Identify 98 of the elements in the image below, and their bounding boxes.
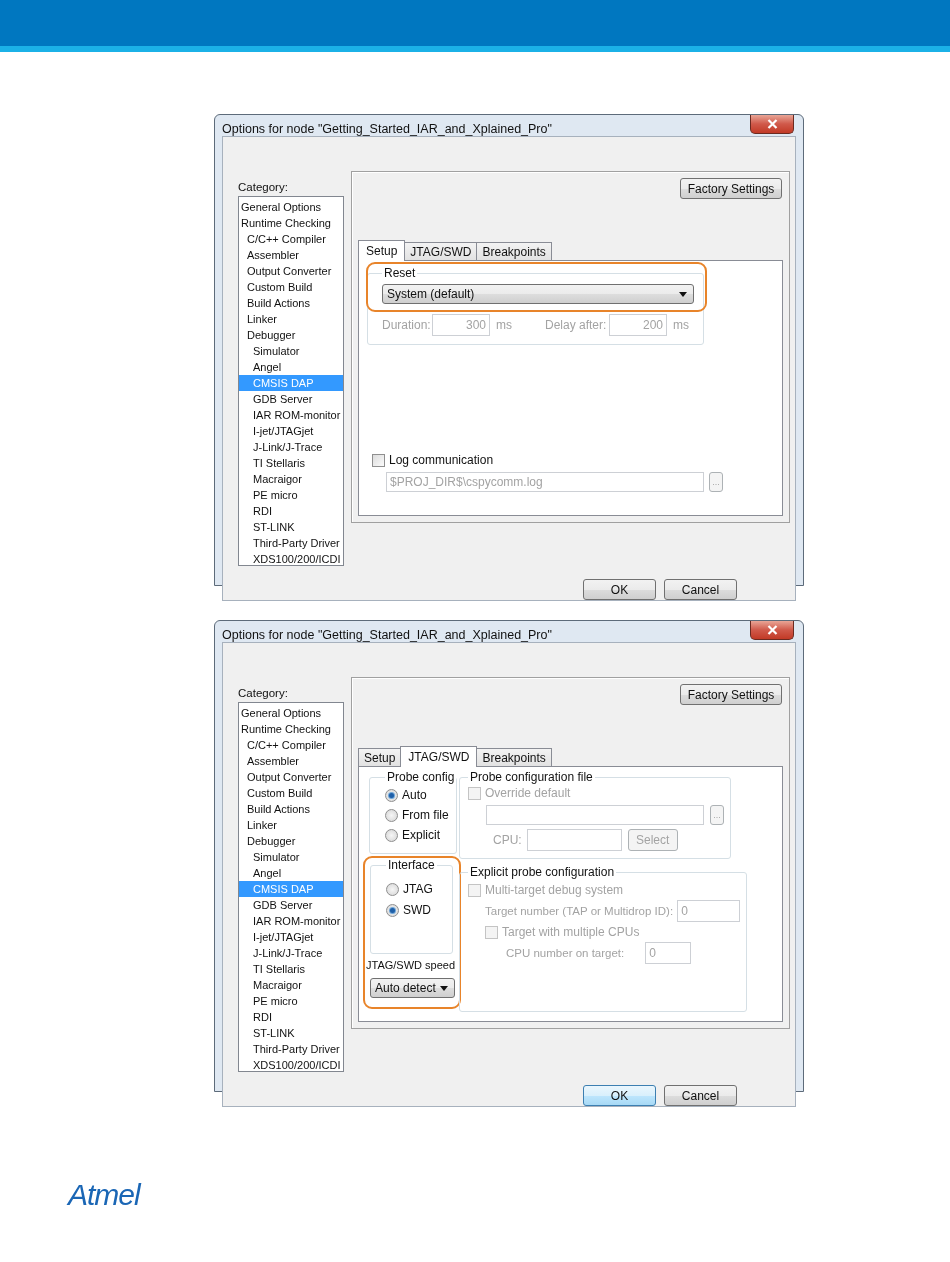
category-item[interactable]: Build Actions	[239, 801, 343, 817]
brand-logo: Atmel	[68, 1178, 140, 1211]
window-title: Options for node "Getting_Started_IAR_and_Xplained_Pro"	[222, 122, 552, 136]
group-label: Probe configuration file	[469, 770, 594, 784]
radio-button[interactable]	[386, 882, 399, 896]
category-item[interactable]: Third-Party Driver	[239, 1041, 343, 1057]
radio-button[interactable]	[385, 808, 398, 822]
dialog-button[interactable]: OK	[583, 579, 656, 600]
category-item[interactable]: Assembler	[239, 247, 343, 263]
field-label: CPU number on target:	[506, 947, 625, 959]
dialog-button[interactable]: Cancel	[664, 1085, 737, 1106]
caret-icon	[679, 291, 687, 297]
category-item[interactable]: Custom Build	[239, 785, 343, 801]
unit-label: ms	[496, 318, 510, 332]
dialog-button[interactable]: OK	[583, 1085, 656, 1106]
category-item[interactable]: Custom Build	[239, 279, 343, 295]
field-label: Delay after:	[545, 318, 608, 332]
radio-button[interactable]	[385, 788, 398, 802]
category-item[interactable]: ST-LINK	[239, 519, 343, 535]
category-item[interactable]: I-jet/JTAGjet	[239, 423, 343, 439]
category-item[interactable]: Macraigor	[239, 471, 343, 487]
category-item[interactable]: ST-LINK	[239, 1025, 343, 1041]
tab[interactable]: JTAG/SWD	[400, 746, 478, 767]
tab[interactable]: JTAG/SWD	[404, 242, 478, 260]
checkbox-label: Multi-target debug system	[485, 883, 624, 897]
field-label: Target number (TAP or Multidrop ID):	[485, 905, 674, 917]
category-label: Category:	[238, 687, 289, 701]
radio-label: From file	[402, 808, 449, 822]
category-item[interactable]: PE micro	[239, 487, 343, 503]
dropdown[interactable]: Auto detect	[370, 978, 455, 998]
checkbox[interactable]	[372, 453, 385, 467]
factory-settings-button[interactable]: Factory Settings	[680, 178, 782, 199]
radio-label: SWD	[403, 903, 431, 917]
checkbox-label: Log communication	[389, 453, 494, 467]
category-item[interactable]: J-Link/J-Trace	[239, 439, 343, 455]
tab[interactable]: Setup	[358, 240, 406, 261]
radio-button[interactable]	[385, 828, 398, 842]
category-item[interactable]: XDS100/200/ICDI	[239, 1057, 343, 1073]
category-item[interactable]: Simulator	[239, 343, 343, 359]
checkbox-label: Target with multiple CPUs	[502, 925, 640, 939]
field-label: Duration:	[382, 318, 432, 332]
category-item[interactable]: Linker	[239, 311, 343, 327]
group-label: Reset	[383, 266, 417, 280]
category-item[interactable]: Simulator	[239, 849, 343, 865]
text-field[interactable]	[526, 829, 622, 851]
category-item[interactable]: GDB Server	[239, 897, 343, 913]
category-item[interactable]: I-jet/JTAGjet	[239, 929, 343, 945]
category-item[interactable]: Runtime Checking	[239, 721, 343, 737]
category-item[interactable]: J-Link/J-Trace	[239, 945, 343, 961]
category-item[interactable]: C/C++ Compiler	[239, 737, 343, 753]
category-item[interactable]: RDI	[239, 503, 343, 519]
category-item[interactable]: GDB Server	[239, 391, 343, 407]
tab[interactable]: Setup	[358, 748, 402, 766]
tab[interactable]: Breakpoints	[476, 242, 552, 260]
category-item[interactable]: IAR ROM-monitor	[239, 407, 343, 423]
category-item[interactable]: XDS100/200/ICDI	[239, 551, 343, 567]
checkbox-label: Override default	[485, 786, 571, 800]
radio-button[interactable]	[386, 903, 399, 917]
category-item[interactable]: General Options	[239, 199, 343, 215]
dropdown[interactable]: System (default)	[382, 284, 694, 304]
unit-label: ms	[673, 318, 687, 332]
category-item[interactable]: RDI	[239, 1009, 343, 1025]
field-label: JTAG/SWD speed	[366, 958, 456, 972]
factory-settings-button[interactable]: Factory Settings	[680, 684, 782, 705]
category-item[interactable]: Debugger	[239, 327, 343, 343]
radio-label: Auto	[402, 788, 427, 802]
category-item[interactable]: Output Converter	[239, 263, 343, 279]
category-item[interactable]: IAR ROM-monitor	[239, 913, 343, 929]
category-label: Category:	[238, 181, 289, 195]
category-item[interactable]: Angel	[239, 865, 343, 881]
field-label: CPU:	[493, 833, 522, 847]
dialog-button[interactable]: Cancel	[664, 579, 737, 600]
window-title: Options for node "Getting_Started_IAR_and_Xplained_Pro"	[222, 628, 552, 642]
category-item[interactable]: Output Converter	[239, 769, 343, 785]
close-button[interactable]	[750, 621, 794, 640]
category-item[interactable]: C/C++ Compiler	[239, 231, 343, 247]
group-label: Explicit probe configuration	[469, 865, 616, 879]
tab[interactable]: Breakpoints	[476, 748, 552, 766]
category-item[interactable]: Assembler	[239, 753, 343, 769]
category-item[interactable]: TI Stellaris	[239, 455, 343, 471]
group-label: Interface	[387, 858, 436, 872]
group-label: Probe config	[386, 770, 456, 784]
category-item[interactable]: PE micro	[239, 993, 343, 1009]
category-item[interactable]: General Options	[239, 705, 343, 721]
category-item[interactable]: Build Actions	[239, 295, 343, 311]
close-icon	[766, 119, 778, 129]
close-icon	[766, 625, 778, 635]
radio-label: JTAG	[403, 882, 433, 896]
category-item[interactable]: TI Stellaris	[239, 961, 343, 977]
category-item[interactable]: Linker	[239, 817, 343, 833]
radio-label: Explicit	[402, 828, 440, 842]
category-item[interactable]: Angel	[239, 359, 343, 375]
category-item[interactable]: Debugger	[239, 833, 343, 849]
caret-icon	[440, 985, 448, 991]
close-button[interactable]	[750, 115, 794, 134]
category-item[interactable]: Runtime Checking	[239, 215, 343, 231]
category-item[interactable]: Third-Party Driver	[239, 535, 343, 551]
category-item[interactable]: Macraigor	[239, 977, 343, 993]
